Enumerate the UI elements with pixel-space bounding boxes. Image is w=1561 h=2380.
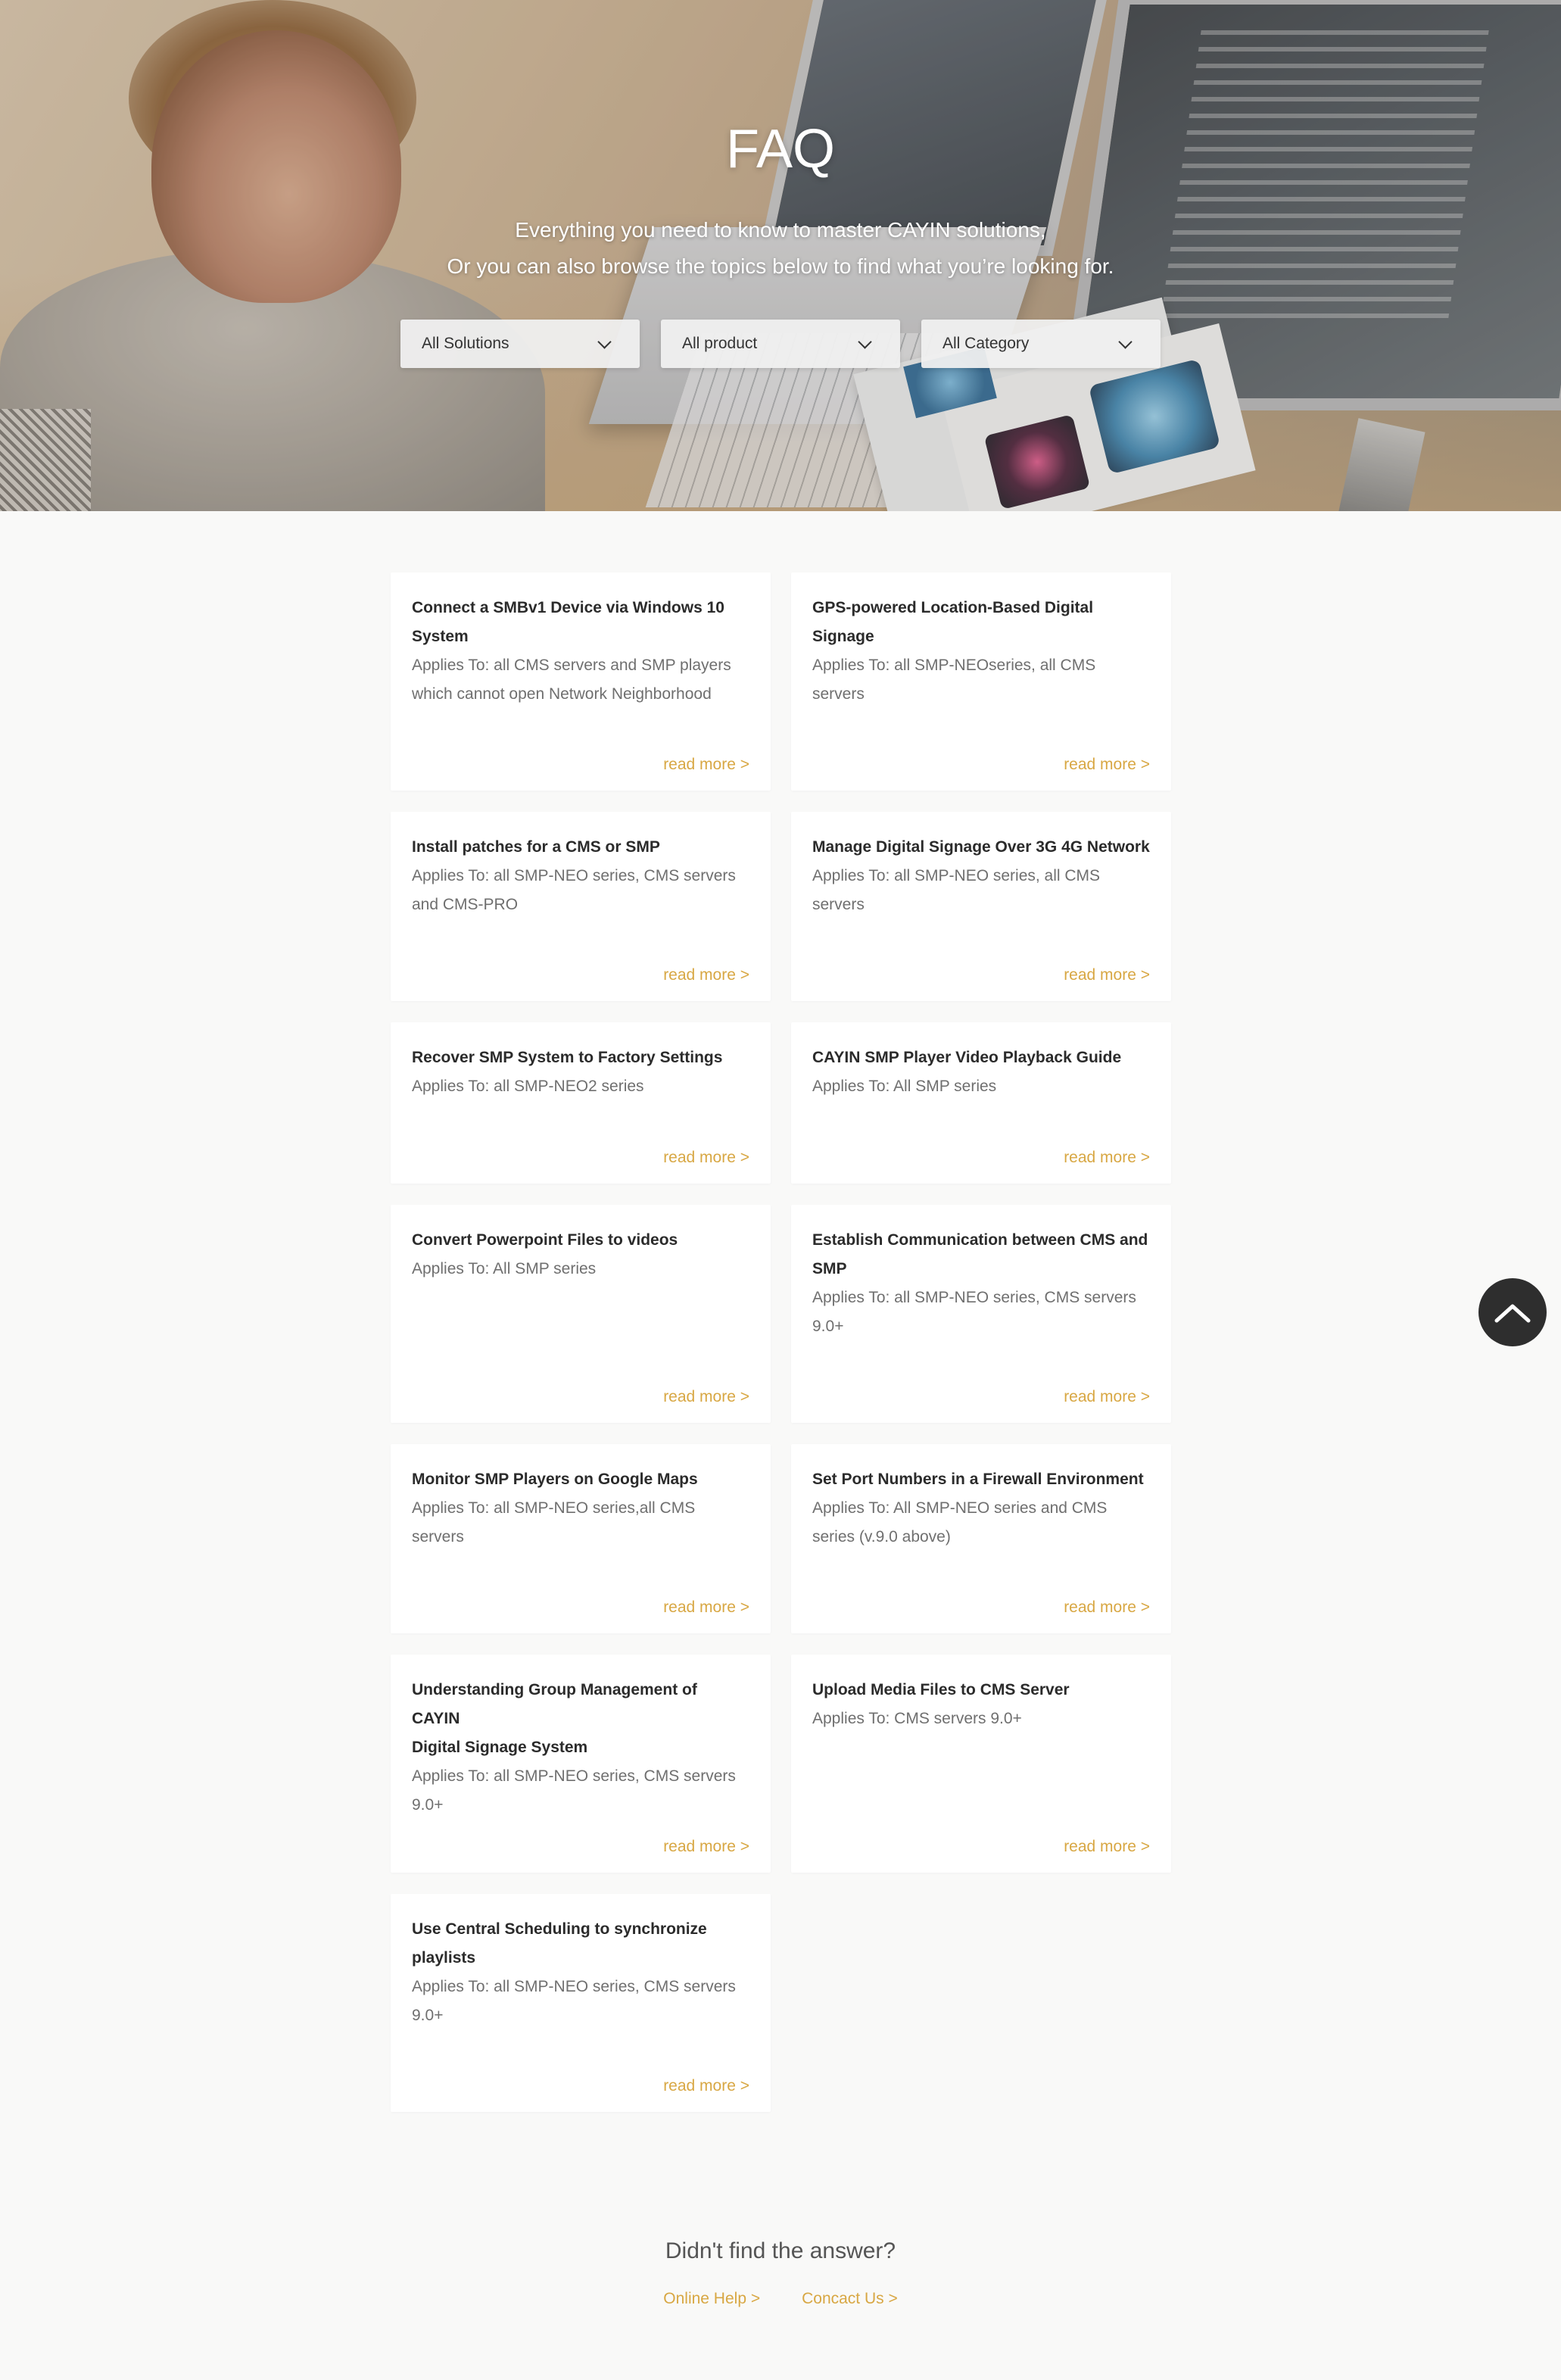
- product-select[interactable]: All product: [661, 320, 900, 368]
- read-more-link[interactable]: read more >: [1064, 1599, 1150, 1617]
- faq-card[interactable]: Understanding Group Management of CAYIN D…: [391, 1655, 771, 1873]
- faq-card[interactable]: GPS-powered Location-Based Digital Signag…: [791, 572, 1171, 791]
- solutions-select-value: All Solutions: [422, 335, 509, 352]
- faq-card[interactable]: CAYIN SMP Player Video Playback Guide Ap…: [791, 1022, 1171, 1184]
- read-more-link[interactable]: read more >: [663, 1149, 749, 1167]
- faq-card[interactable]: Recover SMP System to Factory Settings A…: [391, 1022, 771, 1184]
- back-to-top-button[interactable]: [1478, 1278, 1547, 1346]
- read-more-link[interactable]: read more >: [1064, 966, 1150, 984]
- faq-applies-to: Applies To: all SMP-NEO series, CMS serv…: [412, 1767, 736, 1814]
- page-title: FAQ: [725, 119, 836, 179]
- faq-title: Install patches for a CMS or SMP: [412, 838, 660, 856]
- product-select-value: All product: [682, 335, 758, 352]
- faq-grid: Connect a SMBv1 Device via Windows 10 Sys…: [391, 572, 1171, 2112]
- faq-applies-to: Applies To: all SMP-NEO series, CMS serv…: [412, 867, 736, 913]
- faq-title: Use Central Scheduling to synchronize pla…: [412, 1920, 707, 1967]
- faq-applies-to: Applies To: all SMP-NEO series,all CMS se…: [412, 1499, 696, 1546]
- category-select-value: All Category: [943, 335, 1030, 352]
- read-more-link[interactable]: read more >: [1064, 1838, 1150, 1856]
- faq-title: Understanding Group Management of CAYIN D…: [412, 1681, 697, 1756]
- faq-title: Set Port Numbers in a Firewall Environme…: [812, 1471, 1144, 1488]
- faq-title: Establish Communication between CMS and S…: [812, 1231, 1148, 1277]
- faq-card[interactable]: Use Central Scheduling to synchronize pla…: [391, 1894, 771, 2112]
- read-more-link[interactable]: read more >: [663, 756, 749, 774]
- faq-applies-to: Applies To: All SMP series: [412, 1260, 597, 1277]
- faq-applies-to: Applies To: all SMP-NEO series, all CMS s…: [812, 867, 1101, 913]
- read-more-link[interactable]: read more >: [663, 1388, 749, 1406]
- solutions-select[interactable]: All Solutions: [400, 320, 640, 368]
- read-more-link[interactable]: read more >: [1064, 1149, 1150, 1167]
- chevron-down-icon: [1118, 334, 1133, 349]
- online-help-link[interactable]: Online Help >: [663, 2290, 760, 2308]
- faq-card[interactable]: Monitor SMP Players on Google Maps Appli…: [391, 1444, 771, 1633]
- faq-card[interactable]: Connect a SMBv1 Device via Windows 10 Sys…: [391, 572, 771, 791]
- faq-title: Monitor SMP Players on Google Maps: [412, 1471, 698, 1488]
- category-select[interactable]: All Category: [921, 320, 1161, 368]
- read-more-link[interactable]: read more >: [663, 2077, 749, 2095]
- faq-applies-to: Applies To: CMS servers 9.0+: [812, 1710, 1022, 1727]
- hero-banner: FAQ Everything you need to know to maste…: [0, 0, 1561, 511]
- filter-bar: All Solutions All product All Category: [400, 320, 1161, 368]
- faq-title: CAYIN SMP Player Video Playback Guide: [812, 1049, 1122, 1066]
- faq-card[interactable]: Establish Communication between CMS and S…: [791, 1205, 1171, 1423]
- read-more-link[interactable]: read more >: [663, 966, 749, 984]
- read-more-link[interactable]: read more >: [1064, 756, 1150, 774]
- faq-title: Manage Digital Signage Over 3G 4G Networ…: [812, 838, 1150, 856]
- read-more-link[interactable]: read more >: [663, 1599, 749, 1617]
- chevron-down-icon: [597, 334, 612, 349]
- hero-subtitle: Everything you need to know to master CA…: [515, 218, 1046, 242]
- faq-title: Recover SMP System to Factory Settings: [412, 1049, 723, 1066]
- faq-applies-to: Applies To: all SMP-NEO2 series: [412, 1078, 644, 1095]
- contact-us-link[interactable]: Concact Us >: [802, 2290, 898, 2308]
- faq-card[interactable]: Convert Powerpoint Files to videos Appli…: [391, 1205, 771, 1423]
- faq-title: GPS-powered Location-Based Digital Signag…: [812, 599, 1094, 645]
- faq-card[interactable]: Set Port Numbers in a Firewall Environme…: [791, 1444, 1171, 1633]
- faq-applies-to: Applies To: All SMP series: [812, 1078, 997, 1095]
- footer-links: Online Help > Concact Us >: [0, 2290, 1561, 2308]
- faq-applies-to: Applies To: all SMP-NEO series, CMS serv…: [412, 1978, 736, 2024]
- faq-applies-to: Applies To: all SMP-NEOseries, all CMS se…: [812, 657, 1096, 703]
- read-more-link[interactable]: read more >: [1064, 1388, 1150, 1406]
- faq-applies-to: Applies To: all CMS servers and SMP play…: [412, 657, 731, 703]
- faq-title: Connect a SMBv1 Device via Windows 10 Sys…: [412, 599, 724, 645]
- chevron-up-icon: [1494, 1304, 1531, 1323]
- faq-title: Upload Media Files to CMS Server: [812, 1681, 1070, 1698]
- faq-title: Convert Powerpoint Files to videos: [412, 1231, 678, 1249]
- faq-applies-to: Applies To: All SMP-NEO series and CMS se…: [812, 1499, 1108, 1546]
- faq-card[interactable]: Manage Digital Signage Over 3G 4G Networ…: [791, 812, 1171, 1001]
- chevron-down-icon: [858, 334, 872, 349]
- faq-applies-to: Applies To: all SMP-NEO series, CMS serv…: [812, 1289, 1136, 1335]
- faq-card[interactable]: Install patches for a CMS or SMP Applies…: [391, 812, 771, 1001]
- read-more-link[interactable]: read more >: [663, 1838, 749, 1856]
- hero-subtitle: Or you can also browse the topics below …: [447, 254, 1114, 278]
- footer-question: Didn't find the answer?: [665, 2238, 896, 2263]
- faq-card[interactable]: Upload Media Files to CMS Server Applies…: [791, 1655, 1171, 1873]
